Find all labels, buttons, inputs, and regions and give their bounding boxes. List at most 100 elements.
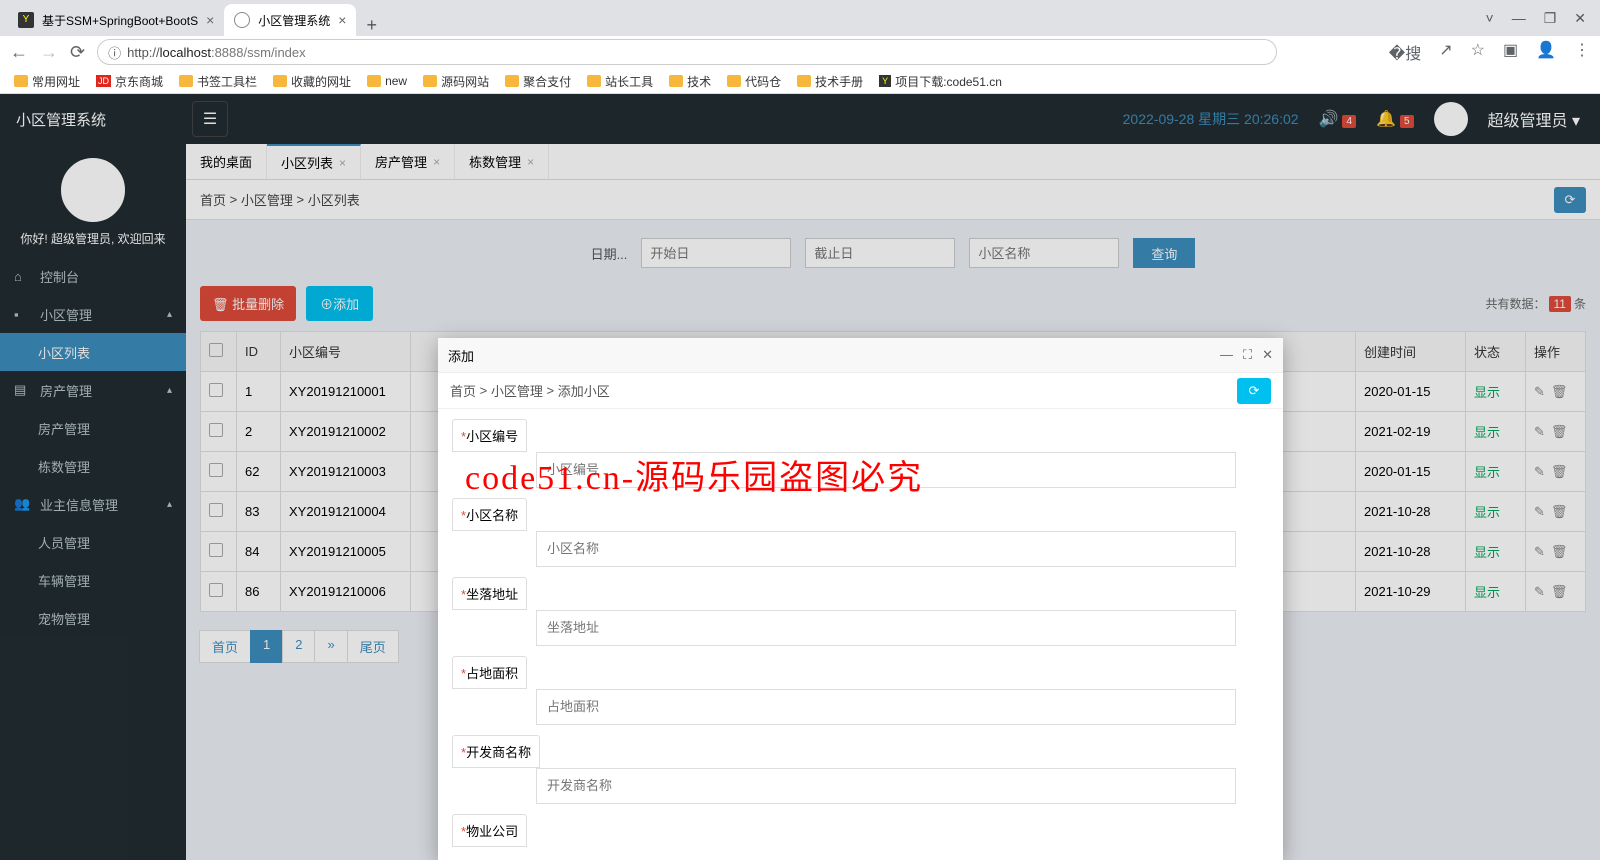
back-button[interactable]: ← bbox=[10, 42, 28, 63]
minimize-icon[interactable]: — bbox=[1220, 347, 1233, 363]
menu-toggle-button[interactable]: ☰ bbox=[192, 101, 228, 137]
notification-indicator[interactable]: 🔔5 bbox=[1376, 109, 1413, 129]
delete-icon[interactable]: 🗑 bbox=[1551, 584, 1568, 599]
close-icon[interactable]: × bbox=[433, 155, 440, 169]
refresh-button[interactable]: ⟳ bbox=[1237, 378, 1271, 404]
col-code[interactable]: 小区编号 bbox=[281, 332, 411, 372]
field-input-0[interactable] bbox=[536, 452, 1236, 488]
delete-icon[interactable]: 🗑 bbox=[1551, 544, 1568, 559]
share-icon[interactable]: ↗ bbox=[1439, 40, 1452, 64]
forward-button[interactable]: → bbox=[40, 42, 58, 63]
field-input-4[interactable] bbox=[536, 768, 1236, 804]
tab-building[interactable]: 栋数管理× bbox=[455, 144, 549, 179]
batch-delete-button[interactable]: 🗑 批量删除 bbox=[200, 286, 296, 321]
edit-icon[interactable]: ✎ bbox=[1534, 424, 1545, 439]
sidebar-item-pet[interactable]: 宠物管理 bbox=[0, 599, 186, 637]
sidebar-item-property[interactable]: ▤房产管理▴ bbox=[0, 371, 186, 409]
username-menu[interactable]: 超级管理员 ▾ bbox=[1488, 107, 1581, 131]
end-date-input[interactable] bbox=[805, 238, 955, 268]
close-icon[interactable]: × bbox=[339, 156, 346, 170]
row-checkbox[interactable] bbox=[209, 383, 223, 397]
close-icon[interactable]: × bbox=[206, 12, 214, 28]
profile-icon[interactable]: 👤 bbox=[1536, 40, 1556, 64]
bookmark-item[interactable]: Y项目下载:code51.cn bbox=[879, 73, 1002, 90]
bookmark-item[interactable]: 收藏的网址 bbox=[273, 73, 351, 90]
bookmark-item[interactable]: 聚合支付 bbox=[505, 73, 571, 90]
search-icon[interactable]: �搜 bbox=[1389, 40, 1421, 64]
breadcrumb-item[interactable]: 首页 bbox=[450, 381, 476, 400]
minimize-icon[interactable]: — bbox=[1512, 10, 1526, 27]
page-next[interactable]: » bbox=[314, 630, 347, 663]
bookmark-item[interactable]: 书签工具栏 bbox=[179, 73, 257, 90]
refresh-button[interactable]: ⟳ bbox=[1554, 187, 1586, 213]
edit-icon[interactable]: ✎ bbox=[1534, 584, 1545, 599]
close-icon[interactable]: ✕ bbox=[1262, 347, 1273, 363]
avatar[interactable] bbox=[1434, 102, 1468, 136]
sidebar-item-community[interactable]: ▪小区管理▴ bbox=[0, 295, 186, 333]
edit-icon[interactable]: ✎ bbox=[1534, 464, 1545, 479]
field-input-2[interactable] bbox=[536, 610, 1236, 646]
edit-icon[interactable]: ✎ bbox=[1534, 544, 1545, 559]
bookmark-item[interactable]: 技术 bbox=[669, 73, 711, 90]
close-icon[interactable]: ✕ bbox=[1574, 10, 1586, 27]
delete-icon[interactable]: 🗑 bbox=[1551, 384, 1568, 399]
col-status[interactable]: 状态 bbox=[1466, 332, 1526, 372]
url-input[interactable]: ⓘ http://localhost:8888/ssm/index bbox=[97, 39, 1277, 65]
row-checkbox[interactable] bbox=[209, 543, 223, 557]
row-checkbox[interactable] bbox=[209, 463, 223, 477]
sidebar-item-vehicle[interactable]: 车辆管理 bbox=[0, 561, 186, 599]
bookmark-item[interactable]: JD京东商城 bbox=[96, 73, 163, 90]
bookmark-item[interactable]: 常用网址 bbox=[14, 73, 80, 90]
close-icon[interactable]: × bbox=[527, 155, 534, 169]
extension-icon[interactable]: ▣ bbox=[1503, 40, 1518, 64]
tab-desktop[interactable]: 我的桌面 bbox=[186, 144, 267, 179]
tab-community-list[interactable]: 小区列表× bbox=[267, 144, 361, 179]
bookmark-item[interactable]: 站长工具 bbox=[587, 73, 653, 90]
select-all-checkbox[interactable] bbox=[209, 343, 223, 357]
reload-button[interactable]: ⟳ bbox=[70, 42, 85, 63]
bookmark-item[interactable]: new bbox=[367, 74, 407, 88]
edit-icon[interactable]: ✎ bbox=[1534, 384, 1545, 399]
menu-icon[interactable]: ⋮ bbox=[1574, 40, 1590, 64]
delete-icon[interactable]: 🗑 bbox=[1551, 464, 1568, 479]
maximize-icon[interactable]: ❐ bbox=[1544, 10, 1557, 27]
page-1[interactable]: 1 bbox=[250, 630, 283, 663]
sidebar-item-owner[interactable]: 👥业主信息管理▴ bbox=[0, 485, 186, 523]
sidebar-item-community-list[interactable]: 小区列表 bbox=[0, 333, 186, 371]
bookmark-item[interactable]: 技术手册 bbox=[797, 73, 863, 90]
star-icon[interactable]: ☆ bbox=[1471, 40, 1485, 64]
browser-tab-1[interactable]: 小区管理系统 × bbox=[224, 4, 356, 36]
row-checkbox[interactable] bbox=[209, 583, 223, 597]
field-input-1[interactable] bbox=[536, 531, 1236, 567]
sidebar-item-person[interactable]: 人员管理 bbox=[0, 523, 186, 561]
start-date-input[interactable] bbox=[641, 238, 791, 268]
bookmark-item[interactable]: 代码仓 bbox=[727, 73, 781, 90]
community-name-input[interactable] bbox=[969, 238, 1119, 268]
volume-indicator[interactable]: 🔊4 bbox=[1319, 109, 1356, 129]
chevron-down-icon[interactable]: ˅ bbox=[1486, 10, 1494, 27]
row-checkbox[interactable] bbox=[209, 423, 223, 437]
col-created[interactable]: 创建时间 bbox=[1356, 332, 1466, 372]
page-2[interactable]: 2 bbox=[282, 630, 315, 663]
sidebar-item-property-manage[interactable]: 房产管理 bbox=[0, 409, 186, 447]
maximize-icon[interactable]: ⛶ bbox=[1243, 347, 1252, 363]
col-id[interactable]: ID bbox=[237, 332, 281, 372]
bookmark-item[interactable]: 源码网站 bbox=[423, 73, 489, 90]
breadcrumb-item[interactable]: 首页 bbox=[200, 190, 226, 209]
query-button[interactable]: 查询 bbox=[1133, 238, 1195, 268]
delete-icon[interactable]: 🗑 bbox=[1551, 504, 1568, 519]
new-tab-button[interactable]: + bbox=[356, 15, 387, 36]
breadcrumb-item[interactable]: 小区管理 bbox=[241, 190, 293, 209]
sidebar-item-console[interactable]: ⌂控制台 bbox=[0, 257, 186, 295]
close-icon[interactable]: × bbox=[338, 12, 346, 28]
breadcrumb-item[interactable]: 小区管理 bbox=[491, 381, 543, 400]
edit-icon[interactable]: ✎ bbox=[1534, 504, 1545, 519]
page-last[interactable]: 尾页 bbox=[347, 630, 399, 663]
add-button[interactable]: ⊕添加 bbox=[306, 286, 373, 321]
page-first[interactable]: 首页 bbox=[199, 630, 251, 663]
browser-tab-0[interactable]: Y 基于SSM+SpringBoot+BootS × bbox=[8, 4, 224, 36]
sidebar-item-building[interactable]: 栋数管理 bbox=[0, 447, 186, 485]
row-checkbox[interactable] bbox=[209, 503, 223, 517]
field-input-3[interactable] bbox=[536, 689, 1236, 725]
tab-property[interactable]: 房产管理× bbox=[361, 144, 455, 179]
